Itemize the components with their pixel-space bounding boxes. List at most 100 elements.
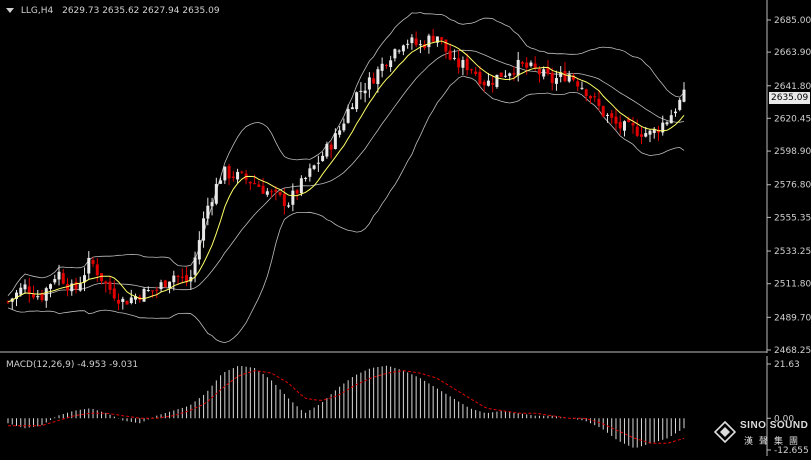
candle-body xyxy=(210,202,214,207)
candle-body xyxy=(355,92,359,110)
candle-body xyxy=(223,166,227,181)
candle-body xyxy=(248,181,252,184)
moving-average-line xyxy=(7,40,685,303)
candle-body xyxy=(588,95,592,99)
candle-body xyxy=(474,71,478,74)
candle-body xyxy=(669,115,673,124)
candle-body xyxy=(533,63,537,68)
candle-body xyxy=(44,288,48,301)
candle-body xyxy=(414,38,418,45)
candle-body xyxy=(32,294,36,298)
candle-body xyxy=(49,284,53,289)
candle-body xyxy=(401,45,405,52)
candle-body xyxy=(440,37,444,40)
candle-body xyxy=(240,171,244,173)
price-axis-label: 2489.70 xyxy=(774,313,811,323)
candle-body xyxy=(202,218,206,241)
candle-body xyxy=(597,98,601,106)
candle-body xyxy=(91,260,95,264)
candle-body xyxy=(159,282,163,290)
candle-body xyxy=(308,168,312,177)
candle-body xyxy=(40,293,44,300)
candle-body xyxy=(397,50,401,52)
price-axis-label: 2685.00 xyxy=(774,16,811,26)
candle-body xyxy=(78,283,82,291)
candle-body xyxy=(142,288,146,302)
candle-body xyxy=(389,60,393,67)
candle-body xyxy=(180,276,184,278)
candle-body xyxy=(491,82,495,85)
candle-body xyxy=(380,63,384,71)
candle-body xyxy=(495,74,499,87)
candle-body xyxy=(125,301,129,305)
candle-body xyxy=(146,290,150,292)
candle-body xyxy=(95,264,99,276)
candle-body xyxy=(291,190,295,205)
candle-body xyxy=(482,81,486,86)
candle-body xyxy=(618,121,622,129)
candle-body xyxy=(665,122,669,125)
candle-body xyxy=(287,205,291,207)
ohlc-values: 2629.73 2635.62 2627.94 2635.09 xyxy=(62,6,220,16)
candle-body xyxy=(172,275,176,283)
candle-body xyxy=(23,284,27,290)
chart-header: LLG,H4 2629.73 2635.62 2627.94 2635.09 xyxy=(6,6,220,16)
candle-body xyxy=(312,165,316,169)
candle-body xyxy=(410,37,414,44)
candle-body xyxy=(601,106,605,117)
price-axis-label: 2511.80 xyxy=(774,280,811,290)
candle-body xyxy=(448,50,452,60)
price-axis-label: 2663.90 xyxy=(774,48,811,58)
candle-body xyxy=(129,297,133,304)
candle-body xyxy=(163,280,167,288)
price-chart[interactable]: 2685.00 2663.90 2641.80 2620.45 2598.90 2576.… xyxy=(0,0,811,356)
candle-body xyxy=(214,183,218,204)
candle-body xyxy=(278,192,282,195)
candle-body xyxy=(36,296,40,298)
candle-body xyxy=(295,190,299,194)
candle-body xyxy=(457,58,461,68)
candle-body xyxy=(631,123,635,126)
candle-body xyxy=(639,134,643,137)
candle-body xyxy=(253,183,257,185)
candle-body xyxy=(644,133,648,137)
candle-body xyxy=(499,72,503,78)
dropdown-triangle-icon[interactable] xyxy=(6,8,14,13)
candle-body xyxy=(325,143,329,157)
candle-body xyxy=(53,279,57,283)
candle-body xyxy=(576,81,580,87)
price-axis-label: 2555.35 xyxy=(774,213,811,223)
candle-body xyxy=(682,89,686,102)
candle-body xyxy=(406,43,410,45)
candle-body xyxy=(461,60,465,68)
candle-body xyxy=(520,62,524,64)
candle-body xyxy=(516,59,520,76)
candle-body xyxy=(100,273,104,282)
candle-body xyxy=(384,64,388,66)
candle-body xyxy=(376,69,380,85)
candle-body xyxy=(108,281,112,290)
candle-body xyxy=(329,144,333,150)
candle-body xyxy=(197,240,201,260)
macd-panel[interactable]: 21.63 0.00 -12.655 MACD(12,26,9) -4.953 -9… xyxy=(0,356,811,456)
candle-body xyxy=(155,289,159,291)
watermark-subtitle: 漢聲集團 xyxy=(744,437,805,447)
candle-body xyxy=(503,75,507,77)
candle-body xyxy=(74,281,78,290)
candle-body xyxy=(270,191,274,193)
candle-body xyxy=(321,155,325,162)
candle-body xyxy=(431,35,435,42)
candle-body xyxy=(265,191,269,195)
candle-body xyxy=(151,290,155,292)
price-axis-label: 2620.45 xyxy=(774,114,811,124)
candle-body xyxy=(529,62,533,66)
macd-chart[interactable]: 21.630.00-12.655 xyxy=(0,356,811,456)
upper-band xyxy=(7,12,685,296)
candle-body xyxy=(121,298,125,302)
price-chart-panel[interactable]: 2685.00 2663.90 2641.80 2620.45 2598.90 2576.… xyxy=(0,0,811,356)
candle-body xyxy=(427,35,431,48)
candle-body xyxy=(363,90,367,94)
candle-body xyxy=(673,111,677,114)
candle-body xyxy=(452,57,456,59)
candle-body xyxy=(304,177,308,179)
